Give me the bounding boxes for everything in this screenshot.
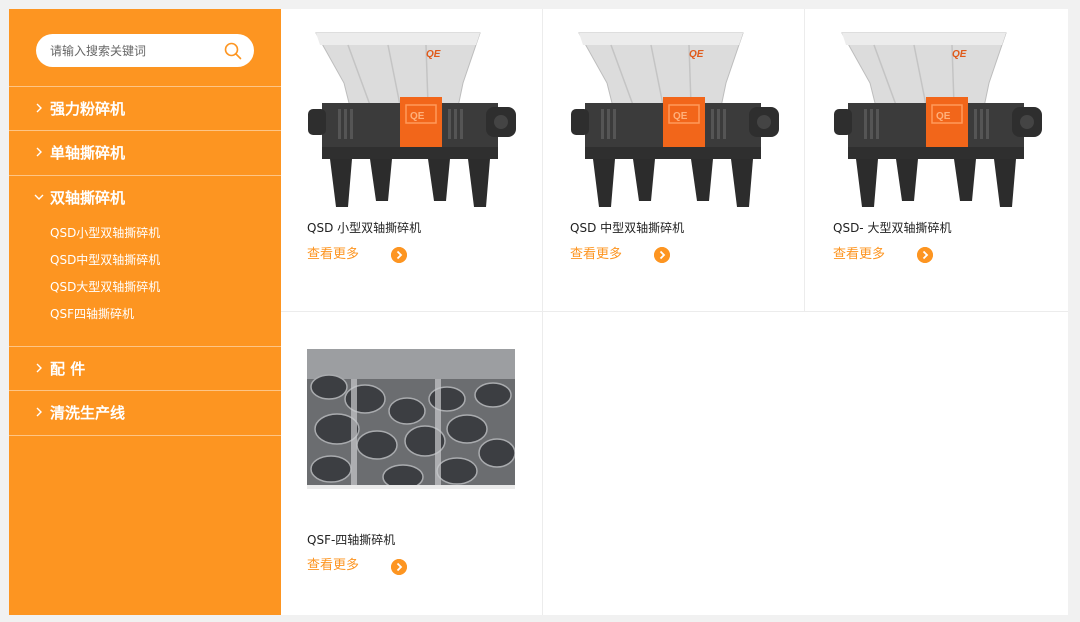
sidebar-item-head[interactable]: 清洗生产线: [9, 391, 281, 435]
chevron-right-icon: [36, 147, 42, 157]
chevron-right-icon: [36, 407, 42, 417]
sidebar-item-head[interactable]: 双轴撕碎机: [9, 176, 281, 220]
submenu-item[interactable]: QSF四轴撕碎机: [9, 304, 281, 331]
product-title[interactable]: QSD 小型双轴撕碎机: [307, 220, 421, 236]
chevron-right-icon: [36, 103, 42, 113]
sidebar-item-head[interactable]: 单轴撕碎机: [9, 131, 281, 175]
page: 强力粉碎机 单轴撕碎机 双轴撕碎机 QSD小型双轴撕碎机 QSD中型双轴: [9, 9, 1068, 615]
view-more-link[interactable]: 查看更多: [833, 246, 885, 264]
sidebar-item-twin-shaft-shredder[interactable]: 双轴撕碎机 QSD小型双轴撕碎机 QSD中型双轴撕碎机 QSD大型双轴撕碎机 Q…: [9, 175, 281, 331]
sidebar-item-washing-line[interactable]: 清洗生产线: [9, 390, 281, 436]
product-image[interactable]: [833, 21, 1043, 211]
product-image[interactable]: [570, 21, 780, 211]
sidebar-item-label: 配 件: [50, 360, 86, 378]
product-card[interactable]: QSD 中型双轴撕碎机 查看更多: [544, 9, 806, 311]
product-title[interactable]: QSD- 大型双轴撕碎机: [833, 220, 951, 236]
sidebar-item-label: 清洗生产线: [50, 404, 126, 422]
arrow-right-circle-icon[interactable]: [654, 247, 670, 263]
sidebar-item-head[interactable]: 配 件: [9, 347, 281, 391]
submenu-item[interactable]: QSD大型双轴撕碎机: [9, 277, 281, 304]
sidebar-item-label: 单轴撕碎机: [50, 144, 126, 162]
submenu: QSD小型双轴撕碎机 QSD中型双轴撕碎机 QSD大型双轴撕碎机 QSF四轴撕碎…: [9, 223, 281, 331]
sidebar-item-strong-crusher[interactable]: 强力粉碎机: [9, 86, 281, 131]
sidebar: 强力粉碎机 单轴撕碎机 双轴撕碎机 QSD小型双轴撕碎机 QSD中型双轴: [9, 9, 281, 615]
product-card[interactable]: QSD 小型双轴撕碎机 查看更多: [281, 9, 543, 311]
sidebar-item-label: 强力粉碎机: [50, 100, 126, 118]
view-more-link[interactable]: 查看更多: [570, 246, 622, 264]
product-title[interactable]: QSD 中型双轴撕碎机: [570, 220, 684, 236]
product-image[interactable]: [307, 21, 517, 211]
submenu-item[interactable]: QSD小型双轴撕碎机: [9, 223, 281, 250]
search-box: [36, 34, 254, 67]
sidebar-item-accessories[interactable]: 配 件: [9, 346, 281, 391]
submenu-item[interactable]: QSD中型双轴撕碎机: [9, 250, 281, 277]
product-title[interactable]: QSF-四轴撕碎机: [307, 532, 395, 548]
chevron-down-icon: [34, 194, 44, 200]
sidebar-item-head[interactable]: 强力粉碎机: [9, 87, 281, 131]
chevron-right-icon: [36, 363, 42, 373]
arrow-right-circle-icon[interactable]: [391, 559, 407, 575]
arrow-right-circle-icon[interactable]: [917, 247, 933, 263]
product-card[interactable]: QSF-四轴撕碎机 查看更多: [281, 312, 543, 614]
arrow-right-circle-icon[interactable]: [391, 247, 407, 263]
search-input[interactable]: [50, 34, 210, 67]
sidebar-item-label: 双轴撕碎机: [50, 189, 126, 207]
sidebar-item-single-shaft-shredder[interactable]: 单轴撕碎机: [9, 130, 281, 175]
view-more-link[interactable]: 查看更多: [307, 246, 359, 264]
product-card[interactable]: QSD- 大型双轴撕碎机 查看更多: [807, 9, 1069, 311]
view-more-link[interactable]: 查看更多: [307, 557, 359, 575]
product-image[interactable]: [307, 349, 515, 489]
search-icon[interactable]: [224, 42, 242, 60]
